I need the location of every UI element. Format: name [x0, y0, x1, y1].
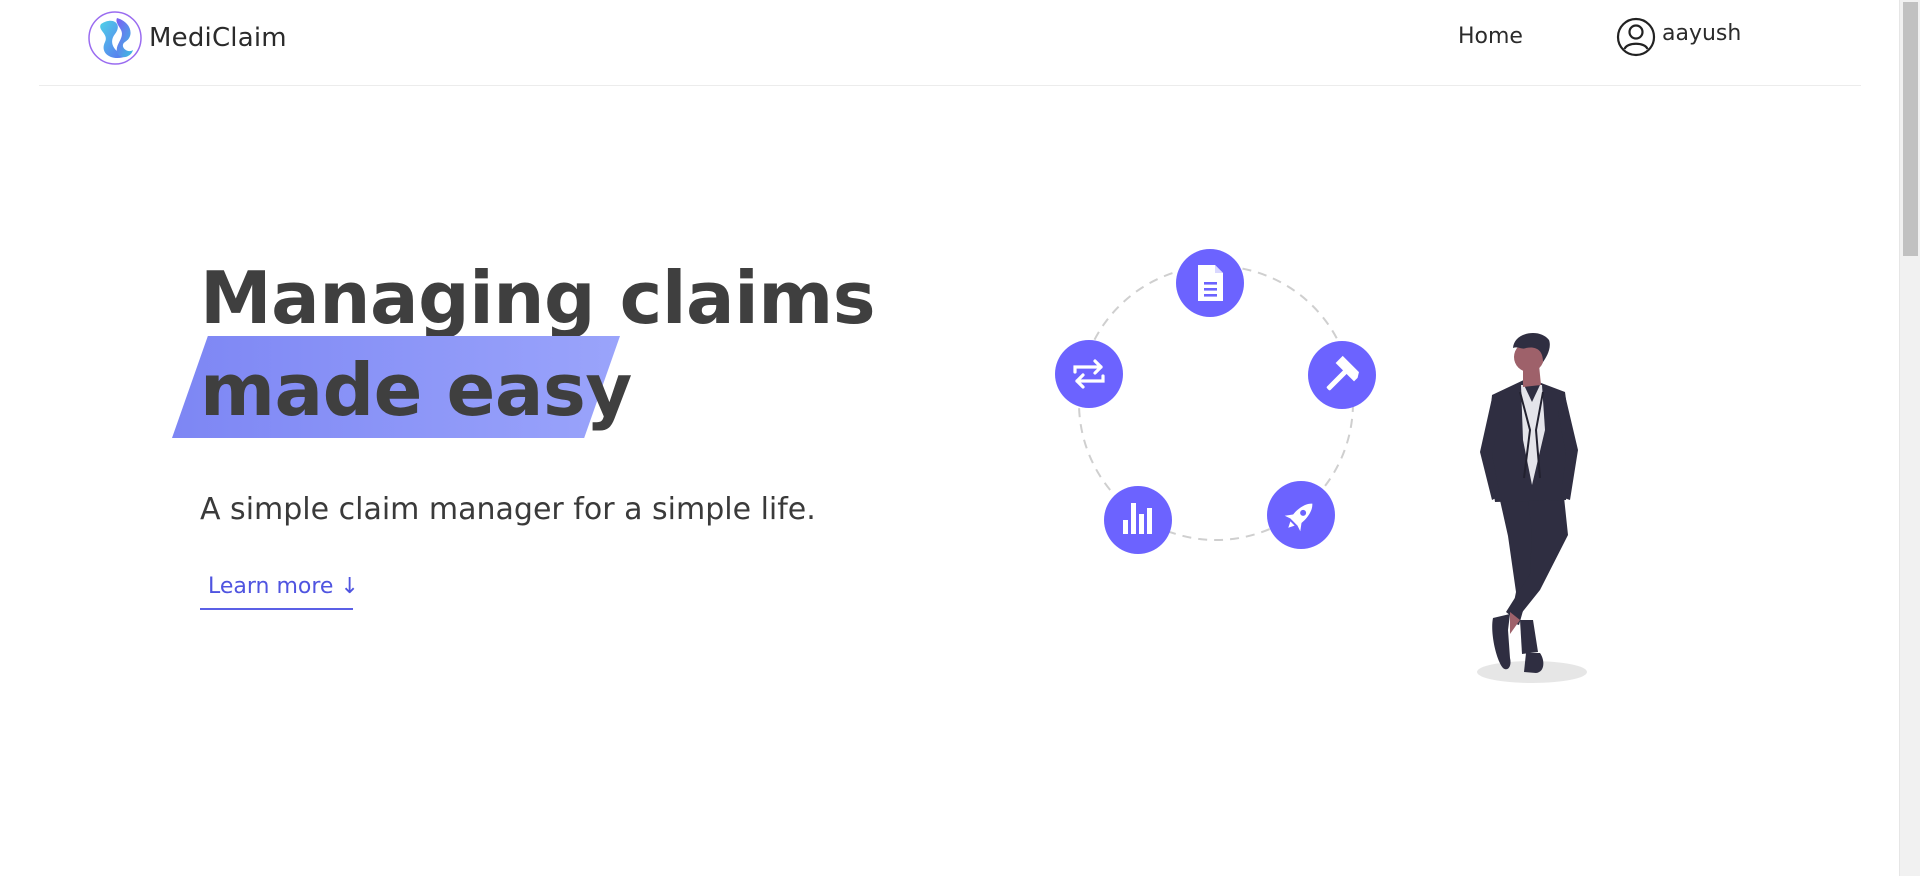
mediclaim-logo-icon	[88, 11, 142, 65]
bar-chart-icon	[1104, 486, 1172, 554]
hero-title-line-1: Managing claims	[200, 256, 876, 340]
scrollbar-thumb[interactable]	[1903, 2, 1918, 256]
hammer-icon	[1308, 341, 1376, 409]
rocket-icon	[1267, 481, 1335, 549]
navbar: MediClaim Home aayush	[39, 0, 1861, 86]
hero-illustration	[1055, 249, 1587, 683]
user-name: aayush	[1662, 20, 1742, 46]
document-icon	[1176, 249, 1244, 317]
learn-more-link[interactable]: Learn more ↓	[200, 570, 359, 610]
page: MediClaim Home aayush Managing claims ma…	[0, 0, 1920, 876]
brand-link[interactable]: MediClaim	[87, 10, 287, 66]
repeat-icon	[1055, 340, 1123, 408]
hero-subtitle: A simple claim manager for a simple life…	[200, 492, 816, 527]
hero-title-line-2: made easy	[200, 348, 632, 432]
hero-title: Managing claims made easy	[172, 252, 876, 438]
nav-link-home[interactable]: Home	[1458, 24, 1523, 49]
user-avatar-icon	[1616, 17, 1656, 57]
user-menu[interactable]: aayush	[1616, 15, 1741, 59]
standing-man-illustration	[1477, 333, 1587, 683]
brand-name: MediClaim	[149, 23, 287, 53]
page-scrollbar[interactable]	[1899, 0, 1920, 876]
